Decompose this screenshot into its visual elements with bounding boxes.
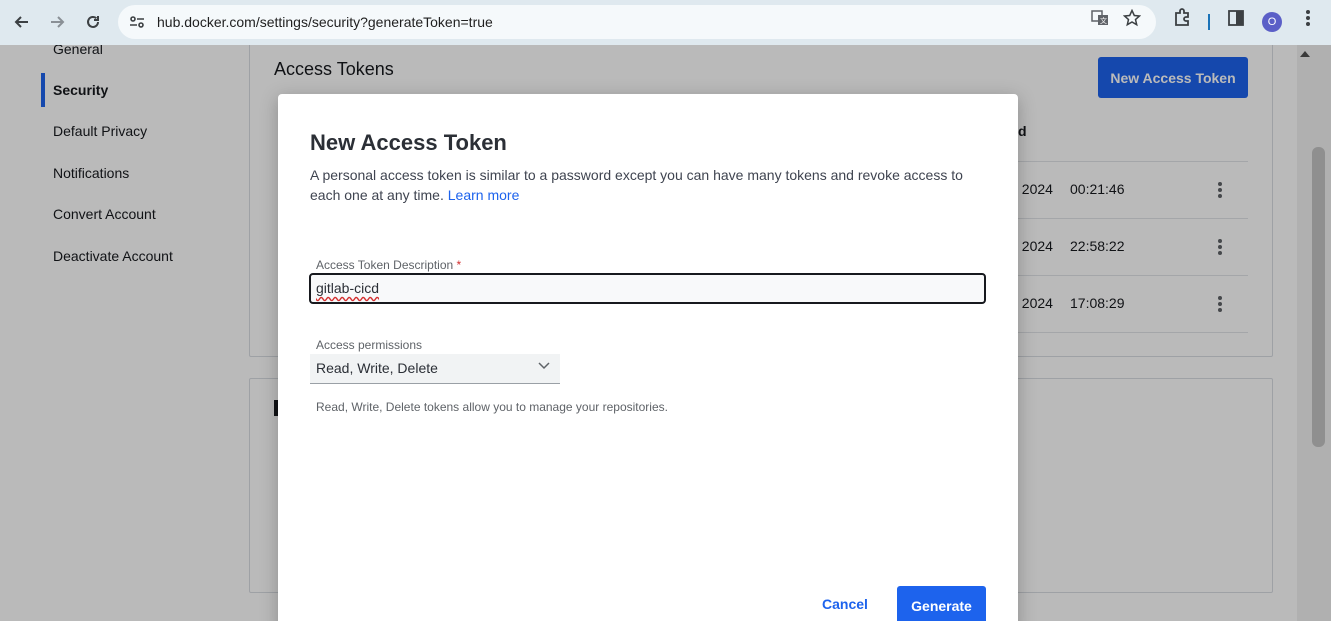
- chevron-down-icon: [538, 362, 550, 370]
- address-bar[interactable]: hub.docker.com/settings/security?generat…: [118, 5, 1156, 39]
- new-access-token-dialog: New Access Token A personal access token…: [278, 94, 1018, 621]
- description-input-value: gitlab-cicd: [316, 280, 380, 296]
- modal-backdrop-scrollbar: [1297, 45, 1331, 621]
- reload-icon[interactable]: [79, 8, 107, 36]
- learn-more-link[interactable]: Learn more: [448, 187, 520, 203]
- browser-menu-icon[interactable]: [1298, 8, 1318, 28]
- bookmark-star-icon[interactable]: [1122, 8, 1142, 28]
- site-settings-icon[interactable]: [128, 13, 146, 36]
- permissions-field-label: Access permissions: [316, 338, 423, 352]
- back-icon[interactable]: [8, 8, 36, 36]
- required-marker: *: [456, 258, 462, 272]
- url-text: hub.docker.com/settings/security?generat…: [157, 14, 493, 30]
- translate-icon[interactable]: 文: [1090, 8, 1110, 28]
- side-panel-icon[interactable]: [1226, 8, 1246, 28]
- dialog-description: A personal access token is similar to a …: [310, 165, 990, 205]
- browser-toolbar: hub.docker.com/settings/security?generat…: [0, 0, 1331, 45]
- permissions-selected-value: Read, Write, Delete: [316, 360, 438, 376]
- access-token-description-input[interactable]: gitlab-cicd: [309, 273, 986, 304]
- dialog-description-text: A personal access token is similar to a …: [310, 167, 963, 203]
- description-label-text: Access Token Description: [316, 258, 454, 272]
- profile-avatar[interactable]: O: [1262, 12, 1282, 32]
- description-field-label: Access Token Description *: [316, 258, 461, 272]
- generate-button[interactable]: Generate: [897, 586, 986, 621]
- dialog-title: New Access Token: [310, 130, 507, 155]
- cancel-button[interactable]: Cancel: [822, 596, 868, 612]
- extensions-icon[interactable]: [1172, 8, 1192, 28]
- toolbar-divider: [1208, 14, 1210, 30]
- access-permissions-select[interactable]: Read, Write, Delete: [310, 354, 560, 384]
- permissions-helper-text: Read, Write, Delete tokens allow you to …: [316, 400, 668, 414]
- svg-text:文: 文: [1100, 16, 1107, 25]
- forward-icon[interactable]: [43, 8, 71, 36]
